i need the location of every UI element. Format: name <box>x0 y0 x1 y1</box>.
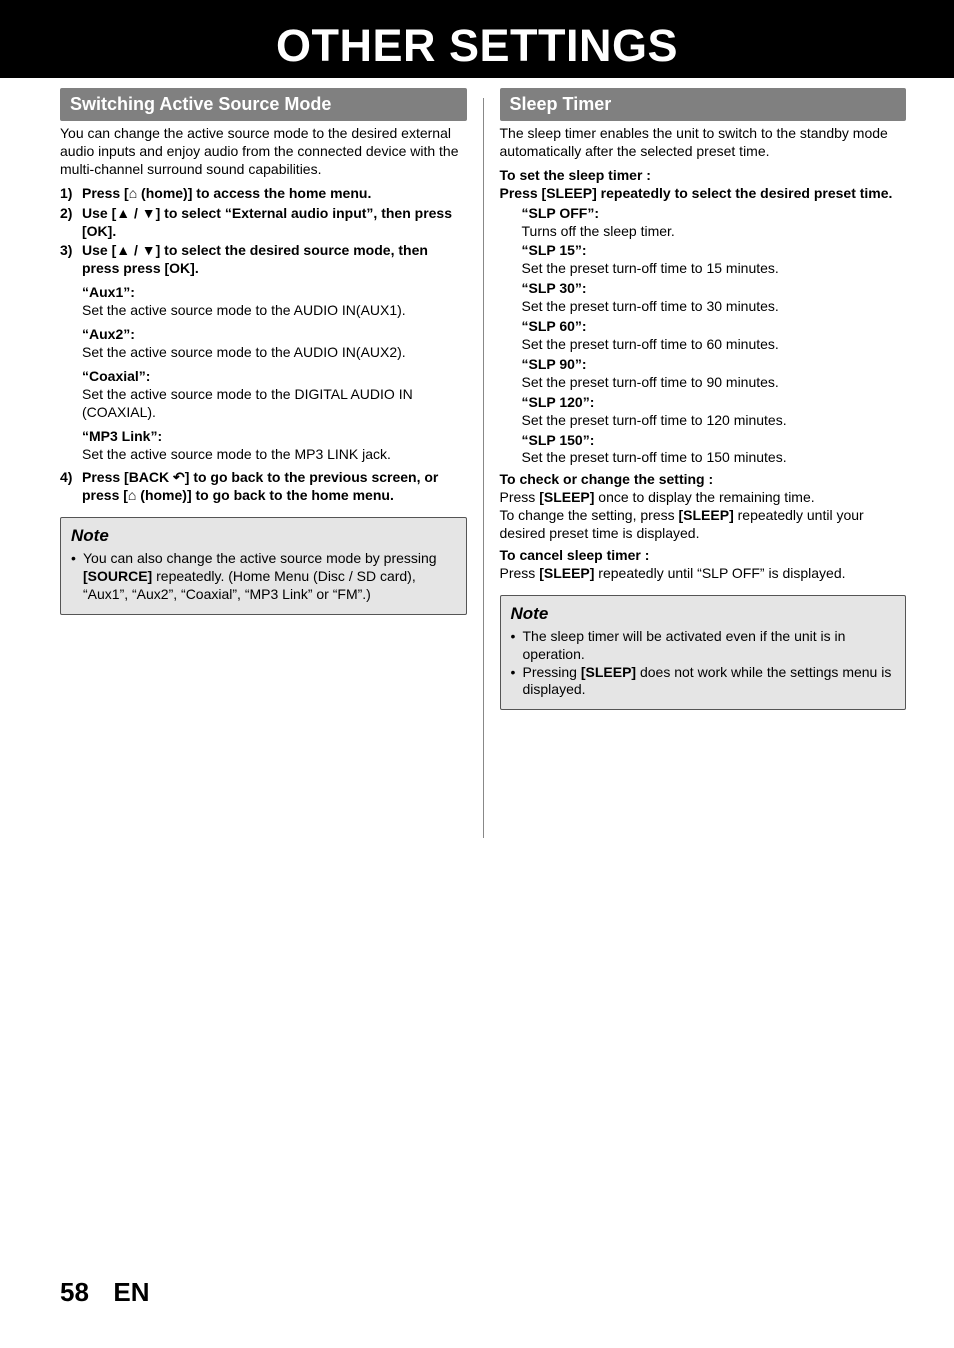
option-coaxial-desc: Set the active source mode to the DIGITA… <box>82 386 467 422</box>
slp-90-desc: Set the preset turn-off time to 90 minut… <box>522 374 907 392</box>
check-setting-p2: To change the setting, press [SLEEP] rep… <box>500 507 907 543</box>
check-setting-p1: Press [SLEEP] once to display the remain… <box>500 489 907 507</box>
option-aux1-desc: Set the active source mode to the AUDIO … <box>82 302 467 320</box>
option-coaxial-label: “Coaxial”: <box>82 368 467 386</box>
page-number: 58 <box>60 1277 89 1307</box>
page-footer: 58 EN <box>60 1277 150 1308</box>
option-aux2-label: “Aux2”: <box>82 326 467 344</box>
cancel-a: Press <box>500 565 540 581</box>
step-1: Press [⌂ (home)] to access the home menu… <box>60 185 467 203</box>
source-mode-steps-cont: Press [BACK ↶] to go back to the previou… <box>60 469 467 505</box>
back-icon: ↶ <box>173 469 185 485</box>
check-p1b: [SLEEP] <box>539 489 594 505</box>
note-box-right: Note The sleep timer will be activated e… <box>500 595 907 711</box>
section-header-source-mode: Switching Active Source Mode <box>60 88 467 121</box>
slp-120-label: “SLP 120”: <box>522 394 907 412</box>
cancel-c: repeatedly until “SLP OFF” is displayed. <box>594 565 845 581</box>
step-4-text: Press [BACK ↶] to go back to the previou… <box>82 469 438 503</box>
cancel-sleep-title: To cancel sleep timer : <box>500 547 907 565</box>
slp-15-label: “SLP 15”: <box>522 242 907 260</box>
section-header-sleep-timer: Sleep Timer <box>500 88 907 121</box>
note-title-right: Note <box>511 604 896 624</box>
slp-150-label: “SLP 150”: <box>522 432 907 450</box>
note-item-right-1: The sleep timer will be activated even i… <box>511 628 896 664</box>
check-p2b: [SLEEP] <box>679 507 734 523</box>
set-sleep-title: To set the sleep timer : <box>500 167 907 185</box>
slp-30-desc: Set the preset turn-off time to 30 minut… <box>522 298 907 316</box>
source-mode-steps: Press [⌂ (home)] to access the home menu… <box>60 185 467 279</box>
column-divider <box>483 98 484 838</box>
check-p1a: Press <box>500 489 540 505</box>
check-setting-title: To check or change the setting : <box>500 471 907 489</box>
check-p1c: once to display the remaining time. <box>594 489 814 505</box>
slp-off-desc: Turns off the sleep timer. <box>522 223 907 241</box>
slp-150-desc: Set the preset turn-off time to 150 minu… <box>522 449 907 467</box>
home-icon: ⌂ <box>129 185 137 201</box>
cancel-b: [SLEEP] <box>539 565 594 581</box>
step-3: Use [▲ / ▼] to select the desired source… <box>60 242 467 278</box>
content-area: Switching Active Source Mode You can cha… <box>0 78 954 838</box>
note-text-bold: [SOURCE] <box>83 568 152 584</box>
slp-120-desc: Set the preset turn-off time to 120 minu… <box>522 412 907 430</box>
right-column: Sleep Timer The sleep timer enables the … <box>500 88 907 838</box>
step-4: Press [BACK ↶] to go back to the previou… <box>60 469 467 505</box>
chapter-header-bar: OTHER SETTINGS <box>0 0 954 78</box>
left-column: Switching Active Source Mode You can cha… <box>60 88 467 838</box>
option-aux1-label: “Aux1”: <box>82 284 467 302</box>
source-mode-options: “Aux1”: Set the active source mode to th… <box>82 284 467 463</box>
note2b: [SLEEP] <box>581 664 636 680</box>
slp-60-label: “SLP 60”: <box>522 318 907 336</box>
source-mode-intro: You can change the active source mode to… <box>60 125 467 179</box>
note-text-prefix: You can also change the active source mo… <box>83 550 437 566</box>
slp-90-label: “SLP 90”: <box>522 356 907 374</box>
slp-off-label: “SLP OFF”: <box>522 205 907 223</box>
slp-15-desc: Set the preset turn-off time to 15 minut… <box>522 260 907 278</box>
option-aux2-desc: Set the active source mode to the AUDIO … <box>82 344 467 362</box>
check-p2a: To change the setting, press <box>500 507 679 523</box>
option-mp3-label: “MP3 Link”: <box>82 428 467 446</box>
sleep-options: “SLP OFF”: Turns off the sleep timer. “S… <box>522 205 907 468</box>
note-item-left: You can also change the active source mo… <box>71 550 456 604</box>
note-item-right-2: Pressing [SLEEP] does not work while the… <box>511 664 896 700</box>
option-mp3-desc: Set the active source mode to the MP3 LI… <box>82 446 467 464</box>
set-sleep-instruction: Press [SLEEP] repeatedly to select the d… <box>500 185 907 203</box>
slp-60-desc: Set the preset turn-off time to 60 minut… <box>522 336 907 354</box>
step-1-text: Press [⌂ (home)] to access the home menu… <box>82 185 371 201</box>
sleep-timer-intro: The sleep timer enables the unit to swit… <box>500 125 907 161</box>
cancel-sleep-text: Press [SLEEP] repeatedly until “SLP OFF”… <box>500 565 907 583</box>
home-icon: ⌂ <box>128 487 136 503</box>
note-box-left: Note You can also change the active sour… <box>60 517 467 615</box>
slp-30-label: “SLP 30”: <box>522 280 907 298</box>
note-title-left: Note <box>71 526 456 546</box>
note2a: Pressing <box>523 664 581 680</box>
language-code: EN <box>113 1277 149 1307</box>
chapter-title: OTHER SETTINGS <box>276 20 678 72</box>
step-2: Use [▲ / ▼] to select “External audio in… <box>60 205 467 241</box>
